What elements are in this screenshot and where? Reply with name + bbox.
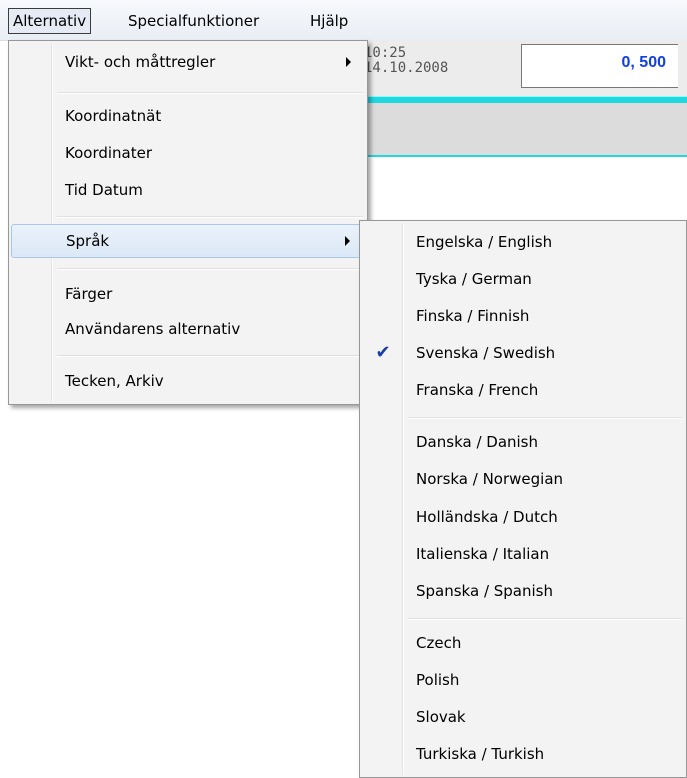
menu-item-label: Holländska / Dutch <box>416 508 558 526</box>
lang-item-swedish[interactable]: ✔ Svenska / Swedish <box>362 336 684 370</box>
menu-item-label: Tyska / German <box>416 270 532 288</box>
menu-item-label: Engelska / English <box>416 233 553 251</box>
menu-item-label: Czech <box>416 634 462 652</box>
menu-item-label: Vikt- och måttregler <box>65 53 216 71</box>
menu-specialfunktioner[interactable]: Specialfunktioner <box>124 9 263 33</box>
menu-item-tecken-arkiv[interactable]: Tecken, Arkiv <box>11 364 365 398</box>
lang-item-spanish[interactable]: Spanska / Spanish <box>362 574 684 608</box>
menu-item-label: Turkiska / Turkish <box>416 745 545 763</box>
menu-alternativ[interactable]: Alternativ <box>8 8 92 34</box>
menu-gutter <box>51 43 53 402</box>
menu-item-label: Slovak <box>416 708 466 726</box>
lang-item-polish[interactable]: Polish <box>362 663 684 697</box>
menu-item-anvandarens-alternativ[interactable]: Användarens alternativ <box>11 312 365 346</box>
menu-item-label: Danska / Danish <box>416 433 539 451</box>
menu-item-koordinater[interactable]: Koordinater <box>11 136 365 170</box>
value-field[interactable]: 0, 500 <box>521 44 678 88</box>
menu-item-label: Tecken, Arkiv <box>65 372 164 390</box>
value-text: 0, 500 <box>621 54 666 71</box>
menu-item-label: Koordinater <box>65 144 153 162</box>
menu-item-label: Italienska / Italian <box>416 545 550 563</box>
lang-item-danish[interactable]: Danska / Danish <box>362 425 684 459</box>
menu-item-label: Tid Datum <box>65 181 143 199</box>
lang-item-english[interactable]: Engelska / English <box>362 225 684 259</box>
menu-item-farger[interactable]: Färger <box>11 277 365 311</box>
lang-item-turkish[interactable]: Turkiska / Turkish <box>362 737 684 771</box>
menu-item-label: Franska / French <box>416 381 539 399</box>
lang-item-dutch[interactable]: Holländska / Dutch <box>362 500 684 534</box>
menu-hjalp[interactable]: Hjälp <box>306 9 352 33</box>
submenu-arrow-icon <box>345 236 350 246</box>
menu-separator <box>57 216 363 218</box>
clock-display: 10:25 14.10.2008 <box>364 46 448 76</box>
lang-item-italian[interactable]: Italienska / Italian <box>362 537 684 571</box>
menu-item-label: Spanska / Spanish <box>416 582 553 600</box>
menu-separator <box>408 618 682 620</box>
menu-item-tid-datum[interactable]: Tid Datum <box>11 173 365 207</box>
alternativ-dropdown: Vikt- och måttregler Koordinatnät Koordi… <box>8 40 368 405</box>
status-band <box>360 103 687 157</box>
menu-separator <box>408 417 682 419</box>
time-text: 10:25 <box>364 45 407 61</box>
menu-separator <box>57 355 363 357</box>
menu-item-label: Språk <box>66 232 110 250</box>
submenu-arrow-icon <box>346 57 351 67</box>
menu-item-koordinatnat[interactable]: Koordinatnät <box>11 99 365 133</box>
divider-line <box>360 96 687 103</box>
menu-separator <box>57 268 363 270</box>
lang-item-slovak[interactable]: Slovak <box>362 700 684 734</box>
lang-item-finnish[interactable]: Finska / Finnish <box>362 299 684 333</box>
menu-item-label: Svenska / Swedish <box>416 344 556 362</box>
menu-separator <box>57 92 363 94</box>
date-text: 14.10.2008 <box>364 60 449 76</box>
lang-item-czech[interactable]: Czech <box>362 626 684 660</box>
language-submenu: Engelska / English Tyska / German Finska… <box>359 220 687 778</box>
lang-item-german[interactable]: Tyska / German <box>362 262 684 296</box>
menu-item-label: Färger <box>65 285 113 303</box>
menu-bar: Alternativ Specialfunktioner Hjälp <box>0 0 687 41</box>
lang-item-french[interactable]: Franska / French <box>362 373 684 407</box>
menu-item-label: Användarens alternativ <box>65 320 241 338</box>
lang-item-norwegian[interactable]: Norska / Norwegian <box>362 462 684 496</box>
menu-item-label: Polish <box>416 671 460 689</box>
menu-item-vikt-och-mattregler[interactable]: Vikt- och måttregler <box>11 45 365 79</box>
menu-item-label: Norska / Norwegian <box>416 470 564 488</box>
menu-item-label: Koordinatnät <box>65 107 162 125</box>
checkmark-icon: ✔ <box>375 342 391 363</box>
menu-item-sprak[interactable]: Språk <box>11 224 365 258</box>
menu-item-label: Finska / Finnish <box>416 307 530 325</box>
